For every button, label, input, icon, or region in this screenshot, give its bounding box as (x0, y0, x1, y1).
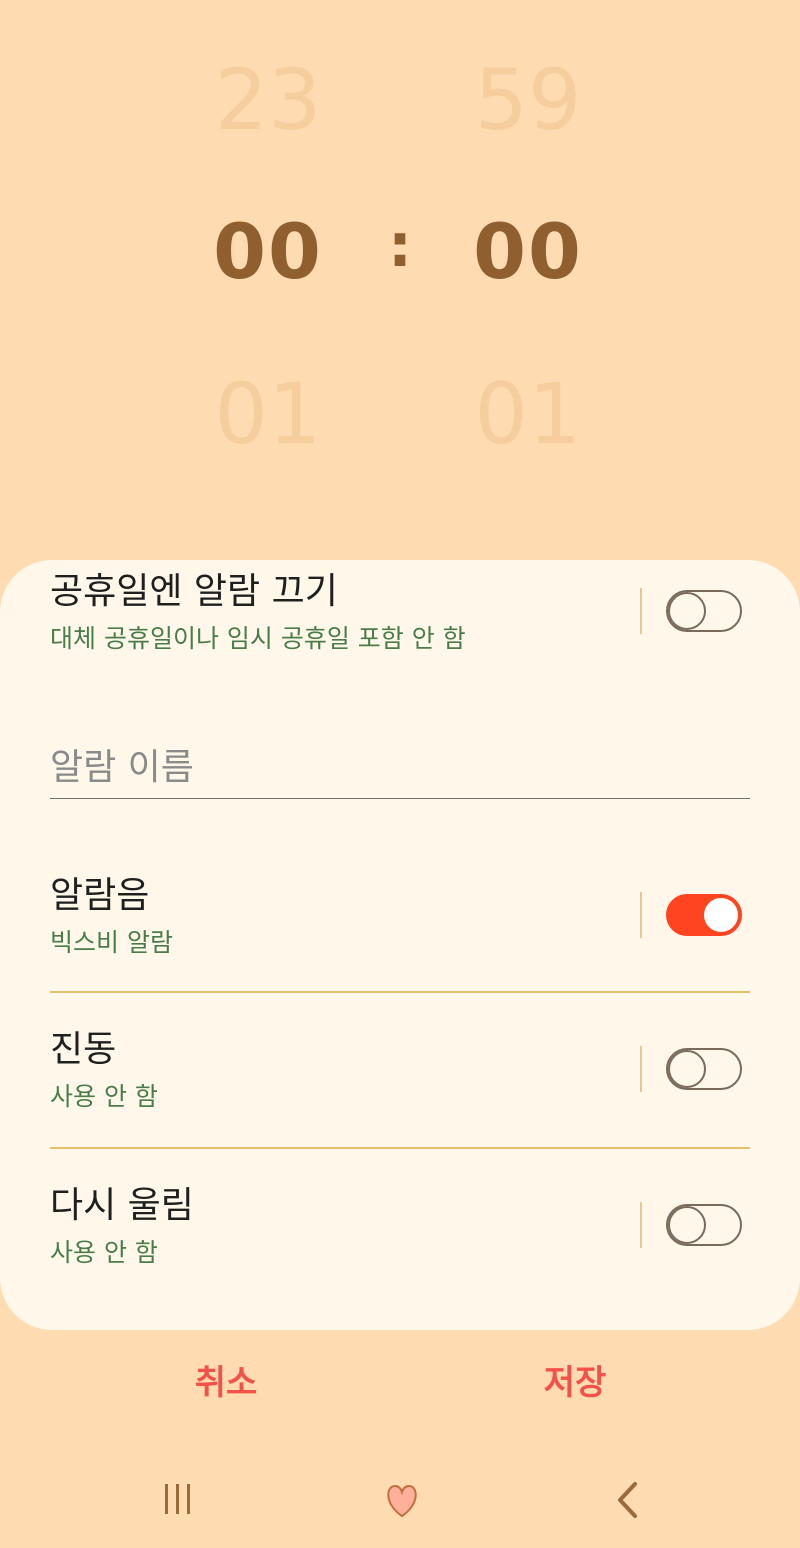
holiday-off-row[interactable]: 공휴일엔 알람 끄기 대체 공휴일이나 임시 공휴일 포함 안 함 (50, 574, 750, 664)
back-chevron-icon (618, 1482, 637, 1518)
hour-selected[interactable]: 00 (178, 214, 358, 290)
alarm-sound-toggle[interactable] (666, 894, 742, 936)
snooze-toggle[interactable] (666, 1204, 742, 1246)
recents-button[interactable] (138, 1470, 218, 1530)
snooze-row[interactable]: 다시 울림 사용 안 함 (50, 1188, 750, 1278)
section-divider (50, 1147, 750, 1149)
alarm-name-input[interactable] (50, 736, 750, 799)
cancel-button[interactable]: 취소 (126, 1366, 326, 1400)
heart-home-icon (387, 1484, 417, 1518)
toggle-knob (668, 1206, 706, 1244)
holiday-off-subtitle: 대체 공휴일이나 임시 공휴일 포함 안 함 (50, 624, 466, 653)
hour-previous[interactable]: 23 (178, 58, 358, 142)
row-divider (640, 892, 642, 938)
hour-next[interactable]: 01 (178, 372, 358, 456)
holiday-off-toggle[interactable] (666, 590, 742, 632)
minute-selected[interactable]: 00 (438, 214, 618, 290)
minute-next[interactable]: 01 (438, 372, 618, 456)
recents-icon (165, 1484, 190, 1514)
toggle-knob (668, 592, 706, 630)
section-divider (50, 991, 750, 993)
vibration-row[interactable]: 진동 사용 안 함 (50, 1032, 750, 1122)
time-separator: : (388, 211, 412, 281)
alarm-sound-title: 알람음 (50, 875, 150, 916)
snooze-title: 다시 울림 (50, 1185, 194, 1226)
holiday-off-title: 공휴일엔 알람 끄기 (50, 571, 338, 612)
alarm-sound-row[interactable]: 알람음 빅스비 알람 (50, 878, 750, 968)
row-divider (640, 588, 642, 634)
save-button[interactable]: 저장 (475, 1366, 675, 1400)
vibration-toggle[interactable] (666, 1048, 742, 1090)
toggle-knob (702, 896, 740, 934)
back-button[interactable] (588, 1470, 668, 1530)
vibration-title: 진동 (50, 1029, 117, 1070)
alarm-sound-subtitle: 빅스비 알람 (50, 928, 173, 957)
time-picker[interactable]: 23 00 01 : 59 00 01 (0, 0, 800, 540)
alarm-settings-card: 공휴일엔 알람 끄기 대체 공휴일이나 임시 공휴일 포함 안 함 알람음 빅스… (0, 560, 800, 1330)
row-divider (640, 1046, 642, 1092)
home-button[interactable] (362, 1470, 442, 1530)
vibration-subtitle: 사용 안 함 (50, 1082, 158, 1111)
snooze-subtitle: 사용 안 함 (50, 1238, 158, 1267)
toggle-knob (668, 1050, 706, 1088)
row-divider (640, 1202, 642, 1248)
minute-previous[interactable]: 59 (438, 58, 618, 142)
